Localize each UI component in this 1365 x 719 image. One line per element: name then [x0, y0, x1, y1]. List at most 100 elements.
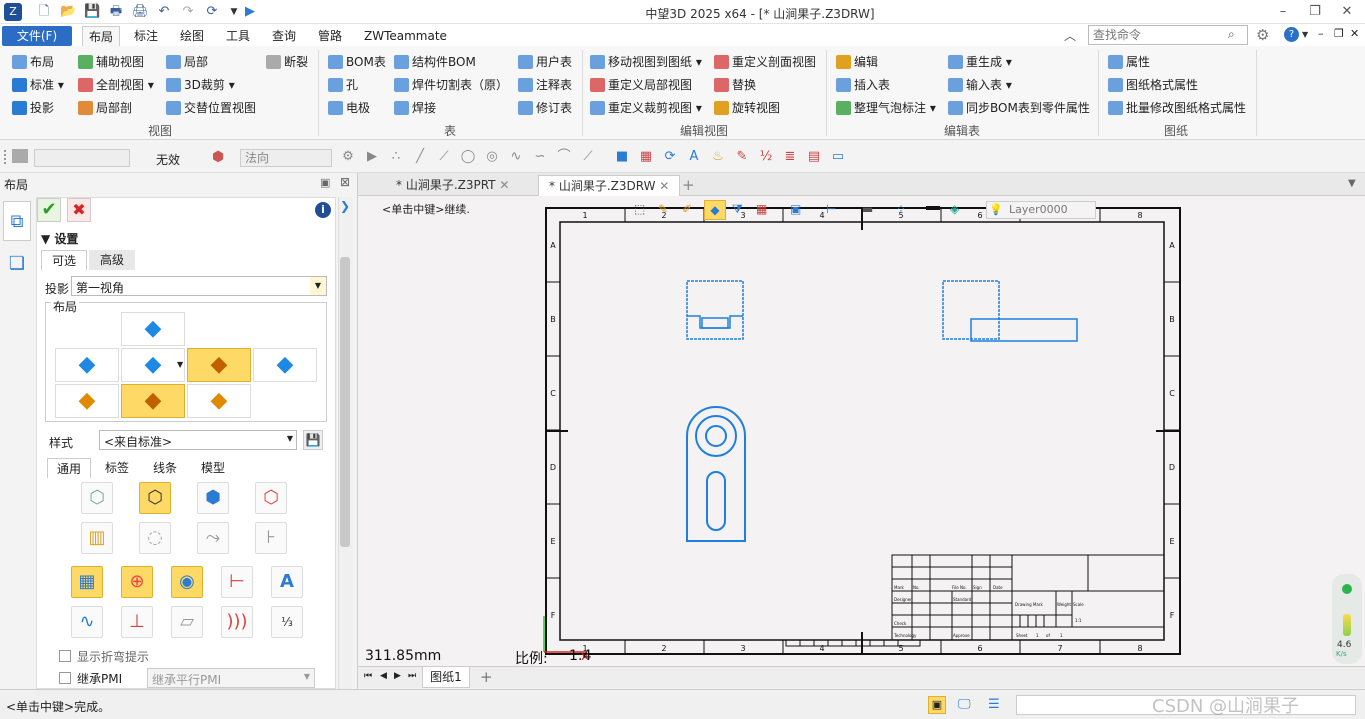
info-icon[interactable]: i — [315, 202, 331, 218]
rotate-view-button[interactable]: 旋转视图 — [714, 97, 780, 119]
panel-expand-icon[interactable]: ❯ — [340, 199, 352, 217]
batch-modify-format-button[interactable]: 批量修改图纸格式属性 — [1108, 97, 1246, 119]
style-tab-line[interactable]: 线条 — [143, 458, 187, 478]
tab-draw[interactable]: 绘图 — [174, 26, 210, 46]
save-icon[interactable]: 💾 — [84, 4, 100, 20]
full-section-button[interactable]: 全剖视图 ▾ — [78, 74, 154, 96]
collapse-ribbon-icon[interactable]: ︿ — [1064, 27, 1076, 44]
thread-icon[interactable]: ◉ — [171, 566, 203, 598]
run-icon[interactable]: ▶ — [242, 4, 258, 20]
status-monitor-icon[interactable]: 🖵 — [958, 697, 971, 712]
help-icon[interactable]: ? — [1284, 27, 1299, 42]
segment-icon[interactable]: ⟋ — [436, 149, 452, 165]
filter-combo[interactable] — [34, 149, 130, 167]
monitor-icon[interactable]: ▬ — [862, 202, 873, 216]
text-a-icon[interactable]: A — [686, 149, 702, 165]
smooth-edges-icon[interactable]: ⤳ — [197, 522, 229, 554]
hidden-line-icon[interactable]: ⬡ — [139, 482, 171, 514]
redo-icon[interactable]: ↷ — [180, 4, 196, 20]
last-sheet-icon[interactable]: ⏭ — [408, 671, 416, 681]
brush-tool-icon[interactable]: ✐ — [682, 202, 692, 216]
replace-button[interactable]: 替换 — [714, 74, 756, 96]
doc-minimize-button[interactable]: – — [1318, 27, 1324, 40]
search-icon[interactable]: ⌕ — [1228, 27, 1235, 42]
undo-icon[interactable]: ↶ — [156, 4, 172, 20]
show-hidden-icon[interactable]: ▦ — [71, 566, 103, 598]
panel-close-icon[interactable]: ⊠ — [340, 175, 350, 189]
auxiliary-view-button[interactable]: 辅助视图 — [78, 51, 144, 73]
sync-bom-button[interactable]: 同步BOM表到零件属性 — [948, 97, 1090, 119]
revision-table-button[interactable]: 修订表 — [518, 97, 572, 119]
brush-icon[interactable]: ✎ — [734, 149, 750, 165]
sheet-format-properties-button[interactable]: 图纸格式属性 — [1108, 74, 1198, 96]
half-icon[interactable]: ½ — [758, 149, 774, 165]
cancel-button[interactable]: ✖ — [67, 198, 91, 222]
display-icon[interactable]: ▣ — [790, 202, 801, 216]
inherit-pmi-checkbox[interactable] — [59, 672, 71, 684]
layout-button[interactable]: 布局 — [12, 51, 54, 73]
style-tab-general[interactable]: 通用 — [47, 458, 91, 478]
new-tab-icon[interactable]: + — [682, 176, 695, 194]
circle-icon[interactable]: ◯ — [460, 149, 476, 165]
layer-icon[interactable]: ≣ — [782, 149, 798, 165]
view-top-icon[interactable]: ◆ — [121, 312, 185, 346]
doc-restore-button[interactable]: ❐ — [1334, 27, 1344, 40]
electrode-table-button[interactable]: 电极 — [328, 97, 370, 119]
grid-tool-icon[interactable]: ▦ — [756, 202, 767, 216]
regenerate-button[interactable]: 重生成 ▾ — [948, 51, 1012, 73]
save-style-icon[interactable]: 💾 — [303, 430, 323, 450]
view-dropdown-icon[interactable]: ▼ — [177, 360, 183, 369]
point-icon[interactable]: ∴ — [388, 149, 404, 165]
more-dropdown-icon[interactable]: ▼ — [226, 4, 242, 20]
user-table-button[interactable]: 用户表 — [518, 51, 572, 73]
view-left-icon[interactable]: ◆ — [55, 348, 119, 382]
filter-tool-icon[interactable]: ⧩ — [732, 202, 743, 217]
dimension-link-icon[interactable]: ⊦ — [255, 522, 287, 554]
command-search-input[interactable]: 查找命令 — [1088, 25, 1248, 45]
redefine-section-button[interactable]: 重定义剖面视图 — [714, 51, 816, 73]
view-back-icon[interactable]: ◆ — [253, 348, 317, 382]
settings-section-header[interactable]: ▼ 设置 — [41, 230, 78, 247]
regen-icon[interactable]: ⟳ — [204, 4, 220, 20]
tab-piping[interactable]: 管路 — [312, 26, 348, 46]
confirm-button[interactable]: ✔ — [37, 198, 61, 222]
tab-close-icon[interactable]: ✕ — [659, 179, 669, 193]
line-icon[interactable]: ╱ — [412, 149, 428, 165]
frame-icon[interactable]: ▭ — [830, 149, 846, 165]
light-icon[interactable]: ♨ — [710, 149, 726, 165]
side-tab-layout-icon[interactable]: ⧉ — [3, 201, 31, 241]
status-list-icon[interactable]: ☰ — [988, 697, 1000, 712]
text-icon[interactable]: A — [271, 566, 303, 598]
circle-center-icon[interactable]: ◎ — [484, 149, 500, 165]
break-view-button[interactable]: 断裂 — [266, 51, 308, 73]
first-sheet-icon[interactable]: ⏮ — [364, 671, 372, 681]
tab-optional[interactable]: 可选 — [41, 250, 87, 270]
print-icon[interactable]: 🖶 — [108, 4, 124, 20]
local-section-button[interactable]: 局部剖 — [78, 97, 132, 119]
move-view-button[interactable]: 移动视图到图纸 ▾ — [590, 51, 702, 73]
doc-tab-part[interactable]: * 山涧果子.Z3PRT ✕ — [386, 175, 519, 196]
tab-annotate[interactable]: 标注 — [128, 26, 164, 46]
table-icon[interactable]: ▤ — [806, 149, 822, 165]
side-tab-drawing-icon[interactable]: ❏ — [3, 249, 31, 279]
view-right-icon[interactable]: ◆ — [187, 348, 251, 382]
projection-select[interactable]: 第一视角 ▼ — [71, 276, 327, 296]
print-preview-icon[interactable]: 🖨 — [132, 4, 149, 20]
weld-cut-table-button[interactable]: 焊件切割表（原） — [394, 74, 508, 96]
bom-table-button[interactable]: BOM表 — [328, 51, 386, 73]
sheet-layer-icon[interactable]: ▱ — [171, 606, 203, 638]
tab-layout[interactable]: 布局 — [82, 26, 121, 46]
file-menu-button[interactable]: 文件(F) — [2, 26, 72, 46]
tab-close-icon[interactable]: ✕ — [499, 178, 509, 192]
structure-bom-button[interactable]: 结构件BOM — [394, 51, 476, 73]
sheet-tab-1[interactable]: 图纸1 — [422, 667, 470, 688]
add-sheet-icon[interactable]: + — [480, 668, 493, 686]
view-iso1-icon[interactable]: ◆ — [55, 384, 119, 418]
tab-list-icon[interactable]: ▼ — [1348, 178, 1356, 189]
dropdown-arrow-icon[interactable]: ▼ — [310, 277, 326, 295]
filter-icon[interactable] — [12, 149, 28, 163]
select-tool-icon[interactable]: ⬚ — [634, 202, 645, 216]
close-button[interactable]: ✕ — [1336, 2, 1358, 22]
properties-button[interactable]: 属性 — [1108, 51, 1150, 73]
arc-icon[interactable]: ⌒ — [556, 149, 572, 165]
